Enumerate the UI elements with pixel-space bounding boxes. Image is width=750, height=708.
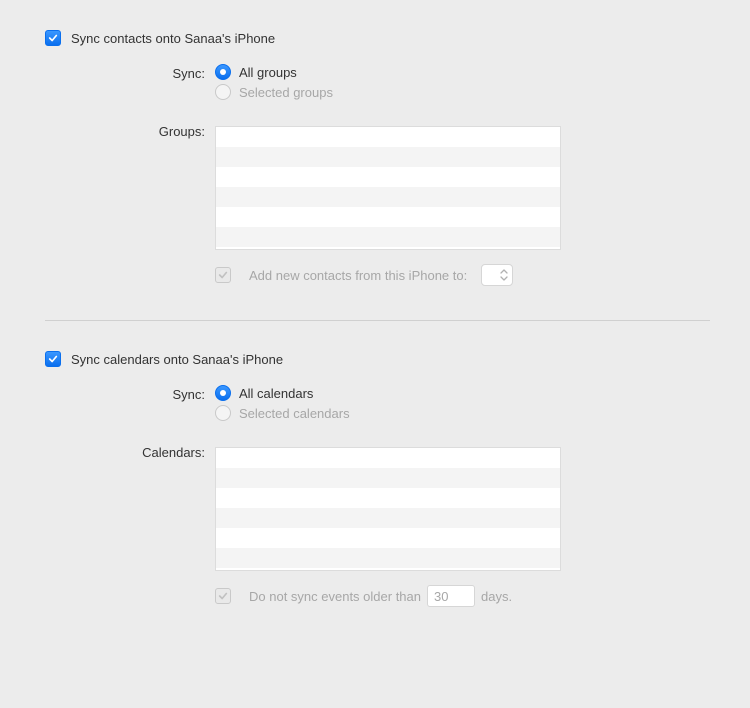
calendars-listbox[interactable] xyxy=(215,447,561,571)
events-older-checkbox[interactable] xyxy=(215,588,231,604)
events-older-label-after: days. xyxy=(481,589,512,604)
sync-contacts-checkbox[interactable] xyxy=(45,30,61,46)
events-older-input[interactable]: 30 xyxy=(427,585,475,607)
add-contacts-label: Add new contacts from this iPhone to: xyxy=(249,268,467,283)
add-contacts-checkbox[interactable] xyxy=(215,267,231,283)
contacts-radio-selected[interactable] xyxy=(215,84,231,100)
calendars-sync-label: Sync: xyxy=(45,385,215,402)
calendars-radio-all[interactable] xyxy=(215,385,231,401)
checkmark-icon xyxy=(218,591,228,601)
events-older-label-before: Do not sync events older than xyxy=(249,589,421,604)
chevron-up-down-icon xyxy=(500,269,508,281)
sync-calendars-label: Sync calendars onto Sanaa's iPhone xyxy=(71,352,283,367)
calendars-section: Sync calendars onto Sanaa's iPhone Sync:… xyxy=(45,351,710,641)
section-divider xyxy=(45,320,710,321)
contacts-sync-label: Sync: xyxy=(45,64,215,81)
sync-calendars-checkbox[interactable] xyxy=(45,351,61,367)
contacts-radio-selected-label: Selected groups xyxy=(239,85,333,100)
checkmark-icon xyxy=(218,270,228,280)
groups-label: Groups: xyxy=(45,122,215,139)
groups-listbox[interactable] xyxy=(215,126,561,250)
checkmark-icon xyxy=(48,354,58,364)
contacts-section: Sync contacts onto Sanaa's iPhone Sync: … xyxy=(45,30,710,320)
calendars-radio-selected-label: Selected calendars xyxy=(239,406,350,421)
calendars-label: Calendars: xyxy=(45,443,215,460)
calendars-radio-selected[interactable] xyxy=(215,405,231,421)
add-contacts-popup[interactable] xyxy=(481,264,513,286)
contacts-radio-all-label: All groups xyxy=(239,65,297,80)
sync-contacts-label: Sync contacts onto Sanaa's iPhone xyxy=(71,31,275,46)
calendars-radio-all-label: All calendars xyxy=(239,386,313,401)
events-older-value: 30 xyxy=(434,589,448,604)
contacts-radio-all[interactable] xyxy=(215,64,231,80)
checkmark-icon xyxy=(48,33,58,43)
